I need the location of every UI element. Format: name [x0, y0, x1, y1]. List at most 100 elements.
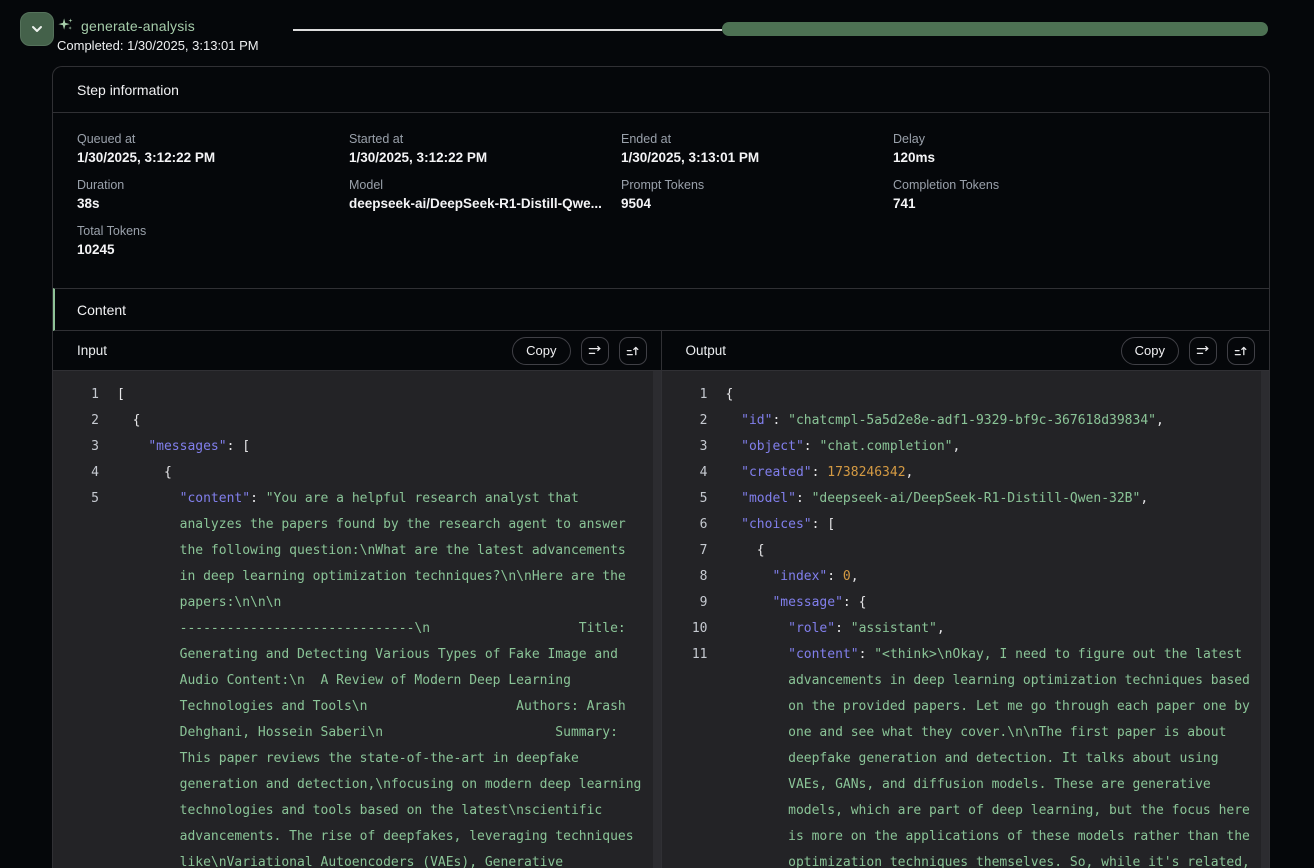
- code-text: Technologies and Tools\n Authors: Arash: [117, 694, 626, 720]
- field-value: 38s: [77, 196, 333, 211]
- code-text: {: [117, 408, 140, 434]
- line-number: 5: [53, 486, 99, 512]
- code-text: deepfake generation and detection. It ta…: [726, 746, 1219, 772]
- timeline-duration-bar[interactable]: [722, 22, 1268, 36]
- code-text: one and see what they cover.\n\nThe firs…: [726, 720, 1227, 746]
- panel-title: Output: [686, 343, 727, 358]
- field-label: Delay: [893, 132, 1149, 146]
- code-text: Dehghani, Hossein Saberi\n Summary:: [117, 720, 618, 746]
- code-line: 11 "content": "<think>\nOkay, I need to …: [662, 642, 1262, 668]
- line-number: [53, 538, 99, 564]
- code-text: "content": "You are a helpful research a…: [117, 486, 579, 512]
- sparkles-icon: [57, 17, 74, 34]
- code-text: optimization techniques themselves. So, …: [726, 850, 1250, 868]
- content-section-header: Content: [53, 288, 1269, 331]
- code-text: papers:\n\n\n: [117, 590, 281, 616]
- code-text: VAEs, GANs, and diffusion models. These …: [726, 772, 1211, 798]
- step-name: generate-analysis: [81, 18, 195, 34]
- line-number: 3: [53, 434, 99, 460]
- step-information-header: Step information: [53, 67, 1269, 113]
- code-line: 6 "choices": [: [662, 512, 1262, 538]
- line-number: [53, 850, 99, 868]
- code-text: advancements. The rise of deepfakes, lev…: [117, 824, 634, 850]
- input-panel-actions: Copy: [512, 337, 646, 365]
- expand-button[interactable]: [1227, 337, 1255, 365]
- line-number: [662, 694, 708, 720]
- line-number: [53, 824, 99, 850]
- code-text: "index": 0,: [726, 564, 859, 590]
- output-code[interactable]: 1{2 "id": "chatcmpl-5a5d2e8e-adf1-9329-b…: [662, 371, 1262, 868]
- code-text: like\nVariational Autoencoders (VAEs), G…: [117, 850, 563, 868]
- code-line: 3 "object": "chat.completion",: [662, 434, 1262, 460]
- wrap-lines-button[interactable]: [581, 337, 609, 365]
- code-line: technologies and tools based on the late…: [53, 798, 653, 824]
- input-code-area[interactable]: 1[2 {3 "messages": [4 {5 "content": "You…: [53, 371, 661, 868]
- code-line: VAEs, GANs, and diffusion models. These …: [662, 772, 1262, 798]
- wrap-lines-button[interactable]: [1189, 337, 1217, 365]
- line-number: [53, 668, 99, 694]
- code-line: ------------------------------\n Title:: [53, 616, 653, 642]
- code-line: one and see what they cover.\n\nThe firs…: [662, 720, 1262, 746]
- code-text: advancements in deep learning optimizati…: [726, 668, 1250, 694]
- section-title: Step information: [77, 82, 179, 98]
- field-value: 1/30/2025, 3:12:22 PM: [349, 150, 605, 165]
- field-prompt-tokens: Prompt Tokens 9504: [621, 178, 893, 211]
- field-label: Queued at: [77, 132, 333, 146]
- copy-input-button[interactable]: Copy: [512, 337, 570, 365]
- section-title: Content: [77, 302, 126, 318]
- code-line: analyzes the papers found by the researc…: [53, 512, 653, 538]
- code-text: Audio Content:\n A Review of Modern Deep…: [117, 668, 571, 694]
- line-number: 8: [662, 564, 708, 590]
- code-text: Generating and Detecting Various Types o…: [117, 642, 618, 668]
- expand-button[interactable]: [619, 337, 647, 365]
- line-number: [662, 668, 708, 694]
- output-code-area[interactable]: 1{2 "id": "chatcmpl-5a5d2e8e-adf1-9329-b…: [662, 371, 1270, 868]
- code-text: "messages": [: [117, 434, 250, 460]
- code-text: [: [117, 382, 125, 408]
- wrap-text-icon: [587, 343, 603, 359]
- code-line: generation and detection,\nfocusing on m…: [53, 772, 653, 798]
- code-text: on the provided papers. Let me go throug…: [726, 694, 1250, 720]
- code-line: Audio Content:\n A Review of Modern Deep…: [53, 668, 653, 694]
- line-number: [662, 746, 708, 772]
- field-delay: Delay 120ms: [893, 132, 1165, 165]
- expand-up-icon: [1233, 343, 1249, 359]
- line-number: 1: [662, 382, 708, 408]
- line-number: 11: [662, 642, 708, 668]
- line-number: 7: [662, 538, 708, 564]
- line-number: 2: [662, 408, 708, 434]
- code-line: advancements. The rise of deepfakes, lev…: [53, 824, 653, 850]
- line-number: [53, 720, 99, 746]
- code-text: This paper reviews the state-of-the-art …: [117, 746, 579, 772]
- line-number: [53, 564, 99, 590]
- code-text: "choices": [: [726, 512, 836, 538]
- code-line: on the provided papers. Let me go throug…: [662, 694, 1262, 720]
- code-text: "id": "chatcmpl-5a5d2e8e-adf1-9329-bf9c-…: [726, 408, 1164, 434]
- output-panel-actions: Copy: [1121, 337, 1255, 365]
- code-text: "message": {: [726, 590, 867, 616]
- field-ended-at: Ended at 1/30/2025, 3:13:01 PM: [621, 132, 893, 165]
- code-line: 5 "content": "You are a helpful research…: [53, 486, 653, 512]
- line-number: 3: [662, 434, 708, 460]
- code-text: "model": "deepseek-ai/DeepSeek-R1-Distil…: [726, 486, 1149, 512]
- line-number: [53, 512, 99, 538]
- field-label: Model: [349, 178, 605, 192]
- step-header: generate-analysis Completed: 1/30/2025, …: [0, 0, 1314, 66]
- output-scrollbar[interactable]: [1261, 371, 1269, 868]
- code-text: "role": "assistant",: [726, 616, 945, 642]
- code-line: 3 "messages": [: [53, 434, 653, 460]
- copy-output-button[interactable]: Copy: [1121, 337, 1179, 365]
- input-scrollbar[interactable]: [653, 371, 661, 868]
- collapse-step-button[interactable]: [20, 12, 54, 46]
- code-line: 4 "created": 1738246342,: [662, 460, 1262, 486]
- field-duration: Duration 38s: [77, 178, 349, 211]
- field-value: 1/30/2025, 3:12:22 PM: [77, 150, 333, 165]
- code-line: 8 "index": 0,: [662, 564, 1262, 590]
- field-label: Completion Tokens: [893, 178, 1149, 192]
- input-panel: Input Copy 1[2 {3 "messages": [4 {5 "con…: [53, 331, 661, 868]
- line-number: [53, 590, 99, 616]
- line-number: [662, 772, 708, 798]
- line-number: 2: [53, 408, 99, 434]
- line-number: [53, 746, 99, 772]
- input-code[interactable]: 1[2 {3 "messages": [4 {5 "content": "You…: [53, 371, 653, 868]
